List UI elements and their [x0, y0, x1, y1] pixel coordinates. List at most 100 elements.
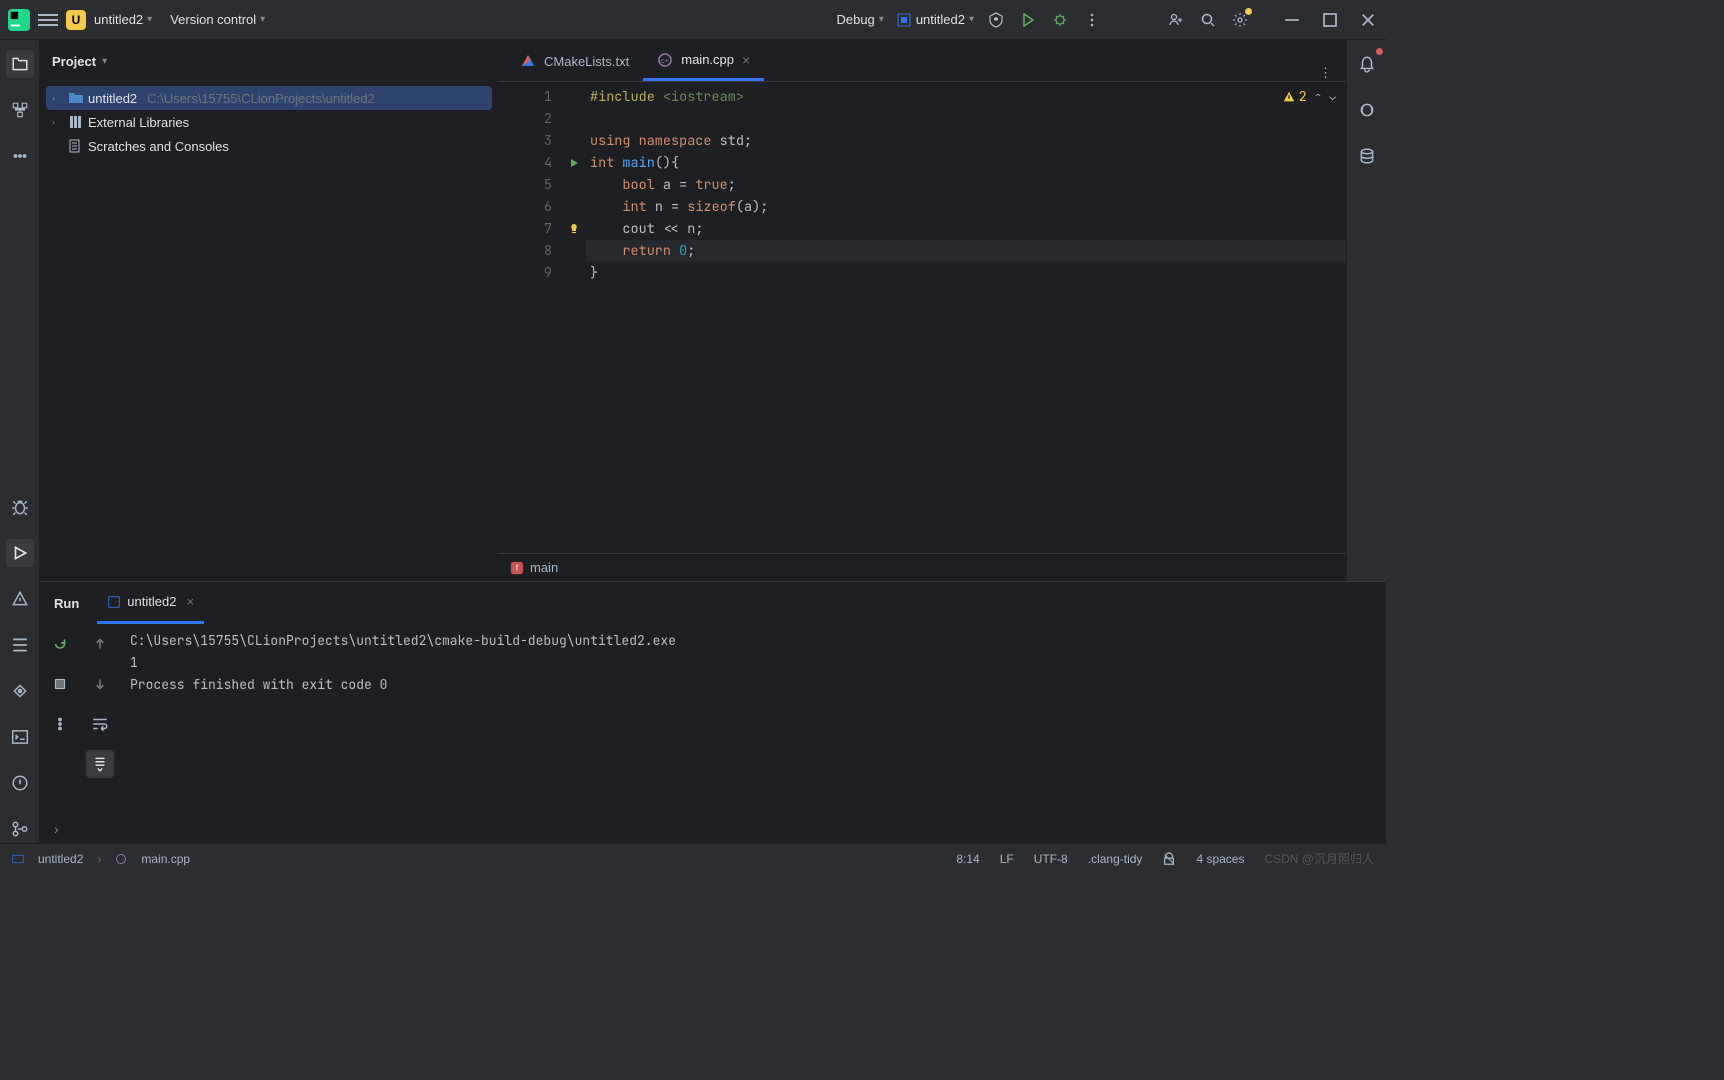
- search-icon[interactable]: [1198, 10, 1218, 30]
- window-maximize-icon[interactable]: [1320, 10, 1340, 30]
- project-panel: Project ▾ › untitled2 C:\Users\15755\CLi…: [40, 40, 498, 581]
- warning-badge[interactable]: 2: [1282, 88, 1307, 106]
- settings-icon[interactable]: [1230, 10, 1250, 30]
- project-badge: U: [66, 10, 86, 30]
- tree-row-external-libraries[interactable]: › External Libraries: [46, 110, 492, 134]
- cursor-position[interactable]: 8:14: [956, 852, 979, 866]
- up-icon[interactable]: [86, 630, 114, 658]
- close-icon[interactable]: ×: [186, 594, 194, 609]
- run-config-debug[interactable]: Debug ▾: [836, 12, 883, 27]
- tab-label: CMakeLists.txt: [544, 54, 629, 69]
- run-gutter-icon[interactable]: [568, 157, 580, 169]
- services-tool-icon[interactable]: [6, 677, 34, 705]
- tab-more-icon[interactable]: ⋮: [1305, 65, 1346, 81]
- right-tool-rail: [1346, 40, 1386, 581]
- project-icon: [12, 853, 24, 865]
- cmake-tool-icon[interactable]: [6, 585, 34, 613]
- next-highlight-icon[interactable]: ⌄: [1329, 90, 1336, 104]
- cpp-file-icon: [115, 853, 127, 865]
- chevron-right-icon[interactable]: ›: [52, 93, 64, 103]
- top-toolbar: U untitled2 ▾ Version control▾ Debug ▾ unt…: [0, 0, 1386, 40]
- window-minimize-icon[interactable]: [1282, 10, 1302, 30]
- more-icon[interactable]: [1082, 10, 1102, 30]
- soft-wrap-icon[interactable]: [86, 710, 114, 738]
- stop-icon[interactable]: [46, 670, 74, 698]
- tab-main-cpp[interactable]: c+ main.cpp ×: [643, 41, 764, 81]
- project-switcher[interactable]: untitled2 ▾: [94, 12, 152, 27]
- run-tab-untitled2[interactable]: untitled2 ×: [97, 582, 204, 624]
- terminal-tool-icon[interactable]: [6, 723, 34, 751]
- target-icon: [896, 12, 912, 28]
- output-line: C:\Users\15755\CLionProjects\untitled2\c…: [130, 630, 1376, 652]
- chevron-right-icon[interactable]: ›: [54, 821, 59, 837]
- chevron-down-icon: ▾: [260, 14, 265, 25]
- build-icon[interactable]: [986, 10, 1006, 30]
- vcs-widget[interactable]: Version control▾: [170, 12, 265, 27]
- ai-assistant-icon[interactable]: [1353, 96, 1381, 124]
- target-label: untitled2: [916, 12, 965, 27]
- line-ending[interactable]: LF: [1000, 852, 1014, 866]
- function-icon: f: [510, 561, 524, 575]
- tab-cmakelists[interactable]: CMakeLists.txt: [506, 41, 643, 81]
- breadcrumb-label[interactable]: main: [530, 560, 558, 575]
- status-bar: untitled2 › main.cpp 8:14 LF UTF-8 .clan…: [0, 843, 1386, 873]
- database-tool-icon[interactable]: [1353, 142, 1381, 170]
- scratches-icon: [68, 138, 84, 154]
- tree-label: External Libraries: [88, 115, 189, 130]
- problems-tool-icon[interactable]: [6, 769, 34, 797]
- target-icon: [107, 595, 121, 609]
- project-name-label: untitled2: [94, 12, 143, 27]
- todo-tool-icon[interactable]: [6, 631, 34, 659]
- cpp-file-icon: c+: [657, 52, 673, 68]
- main-menu-icon[interactable]: [38, 10, 58, 30]
- intention-bulb-icon[interactable]: [568, 223, 580, 235]
- target-selector[interactable]: untitled2▾: [896, 12, 974, 28]
- more-icon[interactable]: [46, 710, 74, 738]
- structure-tool-icon[interactable]: [6, 96, 34, 124]
- tree-row-project-root[interactable]: › untitled2 C:\Users\15755\CLionProjects…: [46, 86, 492, 110]
- close-icon[interactable]: ×: [742, 52, 750, 68]
- notifications-icon[interactable]: [1353, 50, 1381, 78]
- linter-status[interactable]: .clang-tidy: [1088, 852, 1143, 866]
- debug-tool-icon[interactable]: [6, 493, 34, 521]
- watermark: CSDN @沉月照归人: [1264, 850, 1374, 867]
- rerun-icon[interactable]: [46, 630, 74, 658]
- status-file[interactable]: main.cpp: [141, 852, 190, 866]
- readonly-icon[interactable]: [1162, 852, 1176, 866]
- editor-breadcrumb: f main: [498, 553, 1346, 581]
- indent-status[interactable]: 4 spaces: [1196, 852, 1244, 866]
- line-number-gutter: 123456789: [498, 82, 562, 553]
- tree-label: Scratches and Consoles: [88, 139, 229, 154]
- down-icon[interactable]: [86, 670, 114, 698]
- scroll-to-end-icon[interactable]: [86, 750, 114, 778]
- vcs-tool-icon[interactable]: [6, 815, 34, 843]
- editor-area: CMakeLists.txt c+ main.cpp × ⋮ 123456789…: [498, 40, 1346, 581]
- code-content[interactable]: #include <iostream>using namespace std;i…: [586, 82, 1346, 553]
- chevron-down-icon: ▾: [879, 14, 884, 25]
- tab-label: main.cpp: [681, 52, 734, 67]
- debug-icon[interactable]: [1050, 10, 1070, 30]
- output-line: 1: [130, 652, 1376, 674]
- run-icon[interactable]: [1018, 10, 1038, 30]
- code-editor[interactable]: 123456789 #include <iostream>using names…: [498, 82, 1346, 553]
- more-tools-icon[interactable]: [6, 142, 34, 170]
- svg-text:c+: c+: [661, 58, 669, 65]
- chevron-down-icon: ▾: [147, 14, 152, 25]
- cmake-icon: [520, 53, 536, 69]
- code-with-me-icon[interactable]: [1166, 10, 1186, 30]
- tree-path: C:\Users\15755\CLionProjects\untitled2: [147, 91, 375, 106]
- run-output[interactable]: C:\Users\15755\CLionProjects\untitled2\c…: [120, 624, 1386, 815]
- run-config-label: Debug: [836, 12, 874, 27]
- window-close-icon[interactable]: [1358, 10, 1378, 30]
- file-encoding[interactable]: UTF-8: [1034, 852, 1068, 866]
- project-tool-icon[interactable]: [6, 50, 34, 78]
- status-project[interactable]: untitled2: [38, 852, 83, 866]
- tree-row-scratches[interactable]: Scratches and Consoles: [46, 134, 492, 158]
- run-tool-icon[interactable]: [6, 539, 34, 567]
- run-panel: Run untitled2 ×: [40, 581, 1386, 843]
- chevron-down-icon[interactable]: ▾: [102, 56, 107, 67]
- left-tool-rail: [0, 40, 40, 843]
- prev-highlight-icon[interactable]: ⌃: [1315, 90, 1322, 104]
- chevron-right-icon[interactable]: ›: [52, 117, 64, 127]
- run-panel-title: Run: [54, 596, 79, 611]
